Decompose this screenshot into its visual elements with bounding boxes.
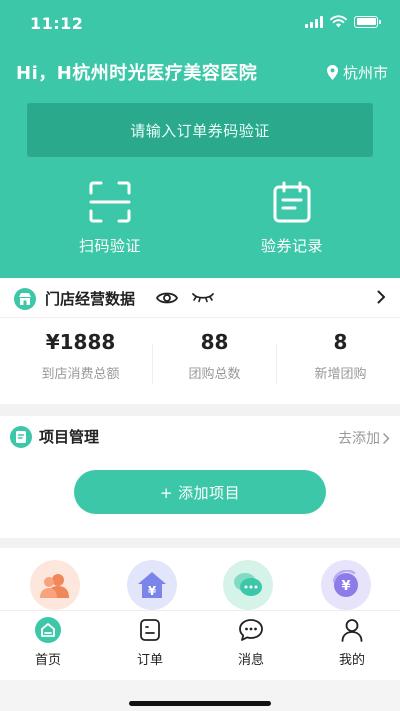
status-icons — [305, 15, 381, 28]
location-label: 杭州市 — [342, 64, 388, 82]
wifi-icon — [330, 15, 347, 28]
stat-label: 新增团购 — [314, 367, 367, 382]
chevron-right-icon[interactable] — [377, 290, 386, 304]
chevron-right-icon — [383, 432, 390, 444]
stat-label: 团购总数 — [188, 367, 241, 382]
home-indicator-area — [0, 680, 400, 711]
signal-icon — [305, 15, 323, 28]
yen-refund-icon: ¥ — [332, 570, 358, 597]
stat-new-group: 8 新增团购 — [274, 330, 400, 382]
battery-icon — [354, 15, 381, 28]
coupon-code-placeholder: 请输入订单券码验证 — [130, 121, 270, 140]
coupon-records-button[interactable]: 验券记录 — [232, 180, 352, 256]
location-pin-icon — [326, 65, 338, 80]
feature-store-finance[interactable]: ¥ — [127, 560, 177, 610]
svg-text:¥: ¥ — [341, 579, 350, 594]
add-project-button[interactable]: + 添加项目 — [74, 470, 326, 514]
go-add-link[interactable]: 去添加 — [338, 428, 390, 448]
svg-text:¥: ¥ — [148, 584, 157, 598]
stat-value: 88 — [200, 330, 229, 354]
eye-closed-icon[interactable] — [192, 292, 214, 304]
stat-value: 8 — [333, 330, 348, 354]
tab-label: 消息 — [237, 653, 264, 668]
tab-label: 订单 — [136, 653, 163, 668]
tab-orders[interactable]: 订单 — [120, 617, 180, 668]
greeting: Hi，H杭州时光医疗美容医院 — [16, 63, 258, 84]
home-indicator[interactable] — [129, 701, 271, 706]
coupon-code-input[interactable]: 请输入订单券码验证 — [27, 103, 373, 157]
tab-messages[interactable]: 消息 — [221, 617, 281, 668]
add-project-label: + 添加项目 — [159, 483, 241, 502]
location-selector[interactable]: 杭州市 — [326, 62, 388, 83]
project-title: 项目管理 — [39, 428, 100, 446]
home-icon — [35, 617, 61, 643]
feature-refund[interactable]: ¥ — [321, 560, 371, 610]
stat-group-total: 88 团购总数 — [148, 330, 281, 382]
profile-icon — [339, 617, 365, 643]
store-stats-title: 门店经营数据 — [45, 290, 136, 308]
tab-label: 我的 — [338, 653, 365, 668]
feature-chat[interactable] — [223, 560, 273, 610]
store-stats-card: 门店经营数据 ¥1888 到店消费总额 88 团购总数 8 新增团购 — [0, 278, 400, 404]
project-management-card: 项目管理 去添加 + 添加项目 — [0, 416, 400, 538]
stat-total-spend: ¥1888 到店消费总额 — [14, 330, 147, 382]
feature-customers[interactable] — [30, 560, 80, 610]
status-bar: 11:12 — [0, 0, 400, 46]
tab-home[interactable]: 首页 — [18, 617, 78, 668]
chat-icon — [234, 573, 262, 596]
message-icon — [238, 617, 264, 643]
stat-value: ¥1888 — [45, 330, 116, 354]
tab-label: 首页 — [34, 653, 61, 668]
store-icon — [14, 288, 36, 310]
tab-profile[interactable]: 我的 — [322, 617, 382, 668]
store-yen-icon: ¥ — [138, 572, 166, 598]
scan-icon — [89, 181, 131, 223]
order-icon — [137, 617, 163, 643]
document-icon — [10, 426, 32, 448]
header: 11:12 Hi，H杭州时光医疗美容医院 杭州市 请输入订单券码验证 扫码验证 … — [0, 0, 400, 278]
users-icon — [40, 574, 69, 598]
go-add-label: 去添加 — [338, 431, 380, 447]
stat-label: 到店消费总额 — [41, 367, 120, 382]
store-stats-header[interactable]: 门店经营数据 — [0, 278, 400, 318]
coupon-records-label: 验券记录 — [260, 237, 323, 255]
tab-bar: 首页 订单 消息 我的 — [0, 610, 400, 680]
calendar-icon — [273, 181, 311, 223]
feature-shortcuts: ¥ ¥ — [0, 548, 400, 610]
eye-open-icon[interactable] — [156, 290, 178, 306]
scan-verify-button[interactable]: 扫码验证 — [50, 180, 170, 256]
scan-verify-label: 扫码验证 — [78, 237, 141, 255]
status-time: 11:12 — [30, 14, 84, 33]
